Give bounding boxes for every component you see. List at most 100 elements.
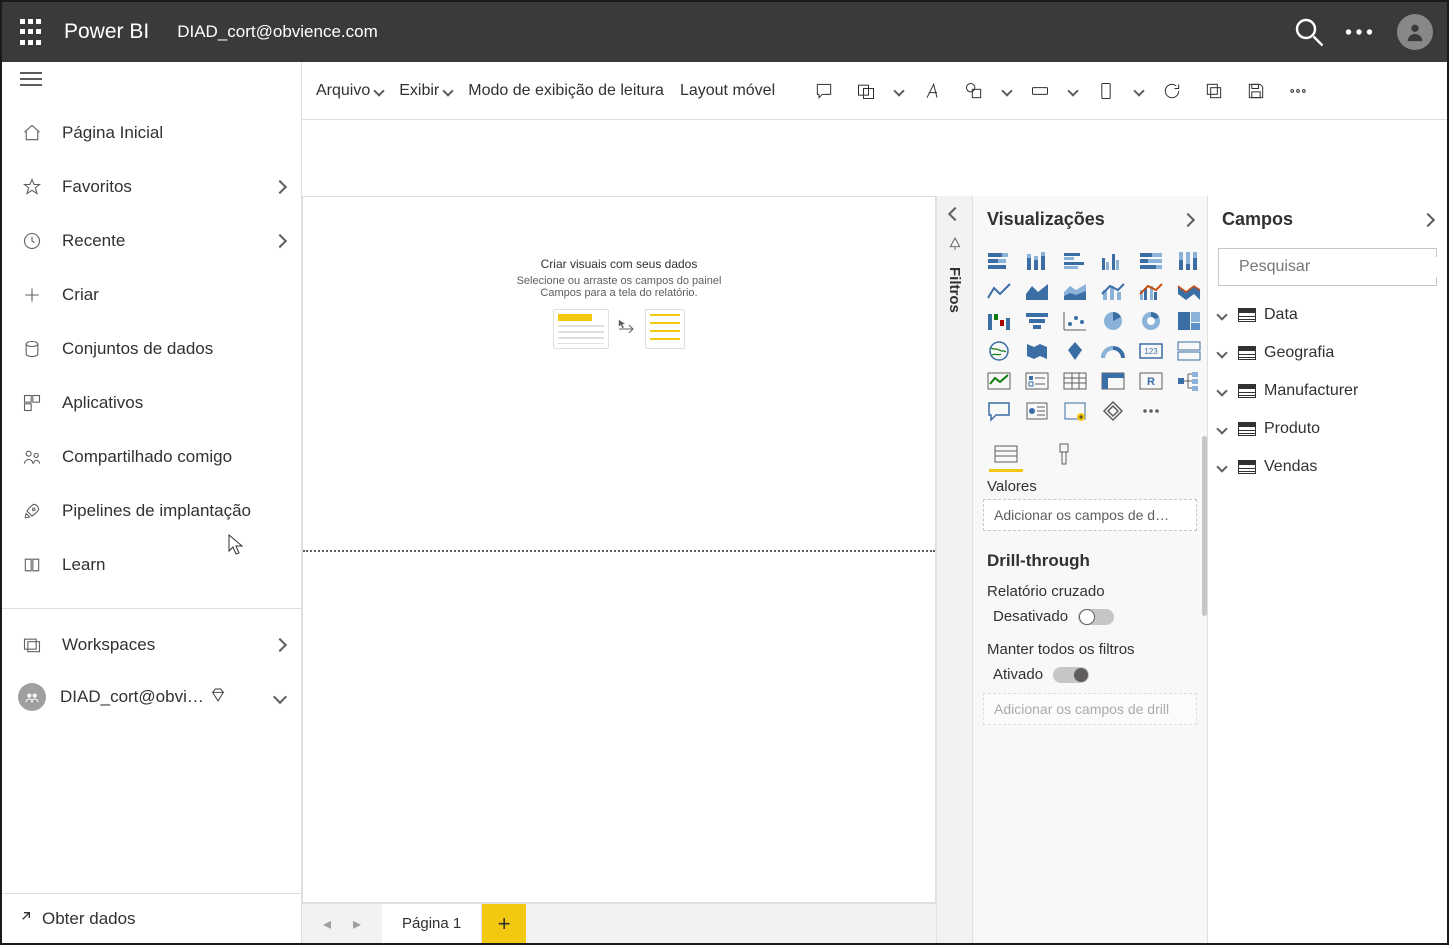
add-page-button[interactable]: + [482,904,526,943]
app-launcher-icon[interactable] [16,18,44,46]
chevron-down-icon[interactable] [1133,85,1144,96]
viz-more-icon[interactable] [1135,398,1167,424]
viz-funnel-icon[interactable] [1021,308,1053,334]
field-table-produto[interactable]: Produto [1208,410,1447,448]
viz-scrollbar[interactable] [1202,436,1207,616]
viz-line-clustered-column-icon[interactable] [1135,278,1167,304]
collapse-nav-button[interactable] [2,62,301,96]
translate-icon[interactable] [853,78,879,104]
report-canvas[interactable]: Criar visuais com seus dados Selecione o… [302,196,936,903]
ribbon-view-menu[interactable]: Exibir [399,82,452,100]
field-table-geografia[interactable]: Geografia [1208,334,1447,372]
search-icon[interactable] [1291,14,1327,50]
viz-gauge-icon[interactable] [1097,338,1129,364]
avatar-icon[interactable] [1397,14,1433,50]
more-options-icon[interactable] [1285,78,1311,104]
more-icon[interactable] [1341,14,1377,50]
viz-smart-narrative-icon[interactable] [1059,398,1091,424]
pin-icon[interactable] [947,236,963,257]
sidebar-item-home[interactable]: Página Inicial [2,106,301,160]
viz-area-icon[interactable] [1021,278,1053,304]
viz-filled-map-icon[interactable] [1021,338,1053,364]
viz-stacked-area-icon[interactable] [1059,278,1091,304]
viz-kpi-icon[interactable] [983,368,1015,394]
viz-slicer-icon[interactable] [1021,368,1053,394]
comment-icon[interactable] [811,78,837,104]
chevron-down-icon[interactable] [893,85,904,96]
viz-matrix-icon[interactable] [1097,368,1129,394]
rocket-icon [18,501,46,521]
filters-pane-collapsed[interactable]: Filtros [936,196,972,943]
chevron-down-icon[interactable] [1001,85,1012,96]
page-tab-1[interactable]: Página 1 [382,904,482,943]
brand-title: Power BI [64,20,149,44]
sidebar-item-current-workspace[interactable]: DIAD_cort@obvi… [2,671,301,723]
duplicate-icon[interactable] [1201,78,1227,104]
viz-key-influencers-icon[interactable] [1021,398,1053,424]
viz-qa-icon[interactable] [983,398,1015,424]
viz-map-icon[interactable] [983,338,1015,364]
get-data-button[interactable]: Obter dados [2,893,301,943]
sidebar-item-shared[interactable]: Compartilhado comigo [2,430,301,484]
sidebar-item-create[interactable]: Criar [2,268,301,322]
sidebar-item-favorites[interactable]: Favoritos [2,160,301,214]
fields-search[interactable] [1218,248,1437,286]
shapes-icon[interactable] [961,78,987,104]
field-table-manufacturer[interactable]: Manufacturer [1208,372,1447,410]
viz-treemap-icon[interactable] [1173,308,1205,334]
textbox-icon[interactable] [919,78,945,104]
sidebar-item-learn[interactable]: Learn [2,538,301,592]
table-icon [1238,346,1256,360]
ribbon-reading-mode-button[interactable]: Modo de exibição de leitura [468,82,664,100]
tab-next-button[interactable]: ▸ [332,904,382,943]
sidebar-item-apps[interactable]: Aplicativos [2,376,301,430]
collapse-viz-icon[interactable] [1183,209,1193,230]
keep-filters-toggle[interactable] [1053,667,1089,683]
cross-report-toggle[interactable] [1078,609,1114,625]
sidebar-item-label: Workspaces [62,635,155,655]
viz-multi-card-icon[interactable] [1173,338,1205,364]
viz-stacked-column-icon[interactable] [1021,248,1053,274]
viz-fields-tab[interactable] [991,440,1021,468]
sidebar-item-pipelines[interactable]: Pipelines de implantação [2,484,301,538]
field-table-vendas[interactable]: Vendas [1208,448,1447,486]
viz-decomposition-tree-icon[interactable] [1173,368,1205,394]
viz-format-tab[interactable] [1049,440,1079,468]
sidebar-item-workspaces[interactable]: Workspaces [2,619,301,671]
sidebar-item-recent[interactable]: Recente [2,214,301,268]
viz-pie-icon[interactable] [1097,308,1129,334]
drill-fields-dropzone[interactable]: Adicionar os campos de drill [983,693,1197,725]
values-dropzone[interactable]: Adicionar os campos de d… [983,499,1197,531]
save-icon[interactable] [1243,78,1269,104]
ribbon-mobile-layout-button[interactable]: Layout móvel [680,82,775,100]
viz-stacked-bar-icon[interactable] [983,248,1015,274]
viz-scatter-icon[interactable] [1059,308,1091,334]
collapse-fields-icon[interactable] [1423,209,1433,230]
viz-card-icon[interactable]: 123 [1135,338,1167,364]
viz-clustered-column-icon[interactable] [1097,248,1129,274]
sidebar-item-datasets[interactable]: Conjuntos de dados [2,322,301,376]
buttons-icon[interactable] [1027,78,1053,104]
chevron-down-icon[interactable] [1067,85,1078,96]
sidebar-item-label: Compartilhado comigo [62,447,232,467]
ribbon-file-menu[interactable]: Arquivo [316,82,383,100]
keep-filters-label: Manter todos os filtros [973,635,1207,662]
viz-table-icon[interactable] [1059,368,1091,394]
viz-clustered-bar-icon[interactable] [1059,248,1091,274]
viz-ribbon-icon[interactable] [1173,278,1205,304]
viz-line-stacked-column-icon[interactable] [1097,278,1129,304]
viz-100-stacked-column-icon[interactable] [1173,248,1205,274]
expand-filters-icon[interactable] [950,206,960,224]
viz-waterfall-icon[interactable] [983,308,1015,334]
visual-icon[interactable] [1093,78,1119,104]
viz-line-icon[interactable] [983,278,1015,304]
viz-r-visual-icon[interactable]: R [1135,368,1167,394]
viz-paginated-icon[interactable] [1097,398,1129,424]
refresh-icon[interactable] [1159,78,1185,104]
drillthrough-title: Drill-through [973,541,1207,577]
viz-donut-icon[interactable] [1135,308,1167,334]
field-table-data[interactable]: Data [1208,296,1447,334]
search-input[interactable] [1237,257,1448,277]
viz-azure-map-icon[interactable] [1059,338,1091,364]
viz-100-stacked-bar-icon[interactable] [1135,248,1167,274]
